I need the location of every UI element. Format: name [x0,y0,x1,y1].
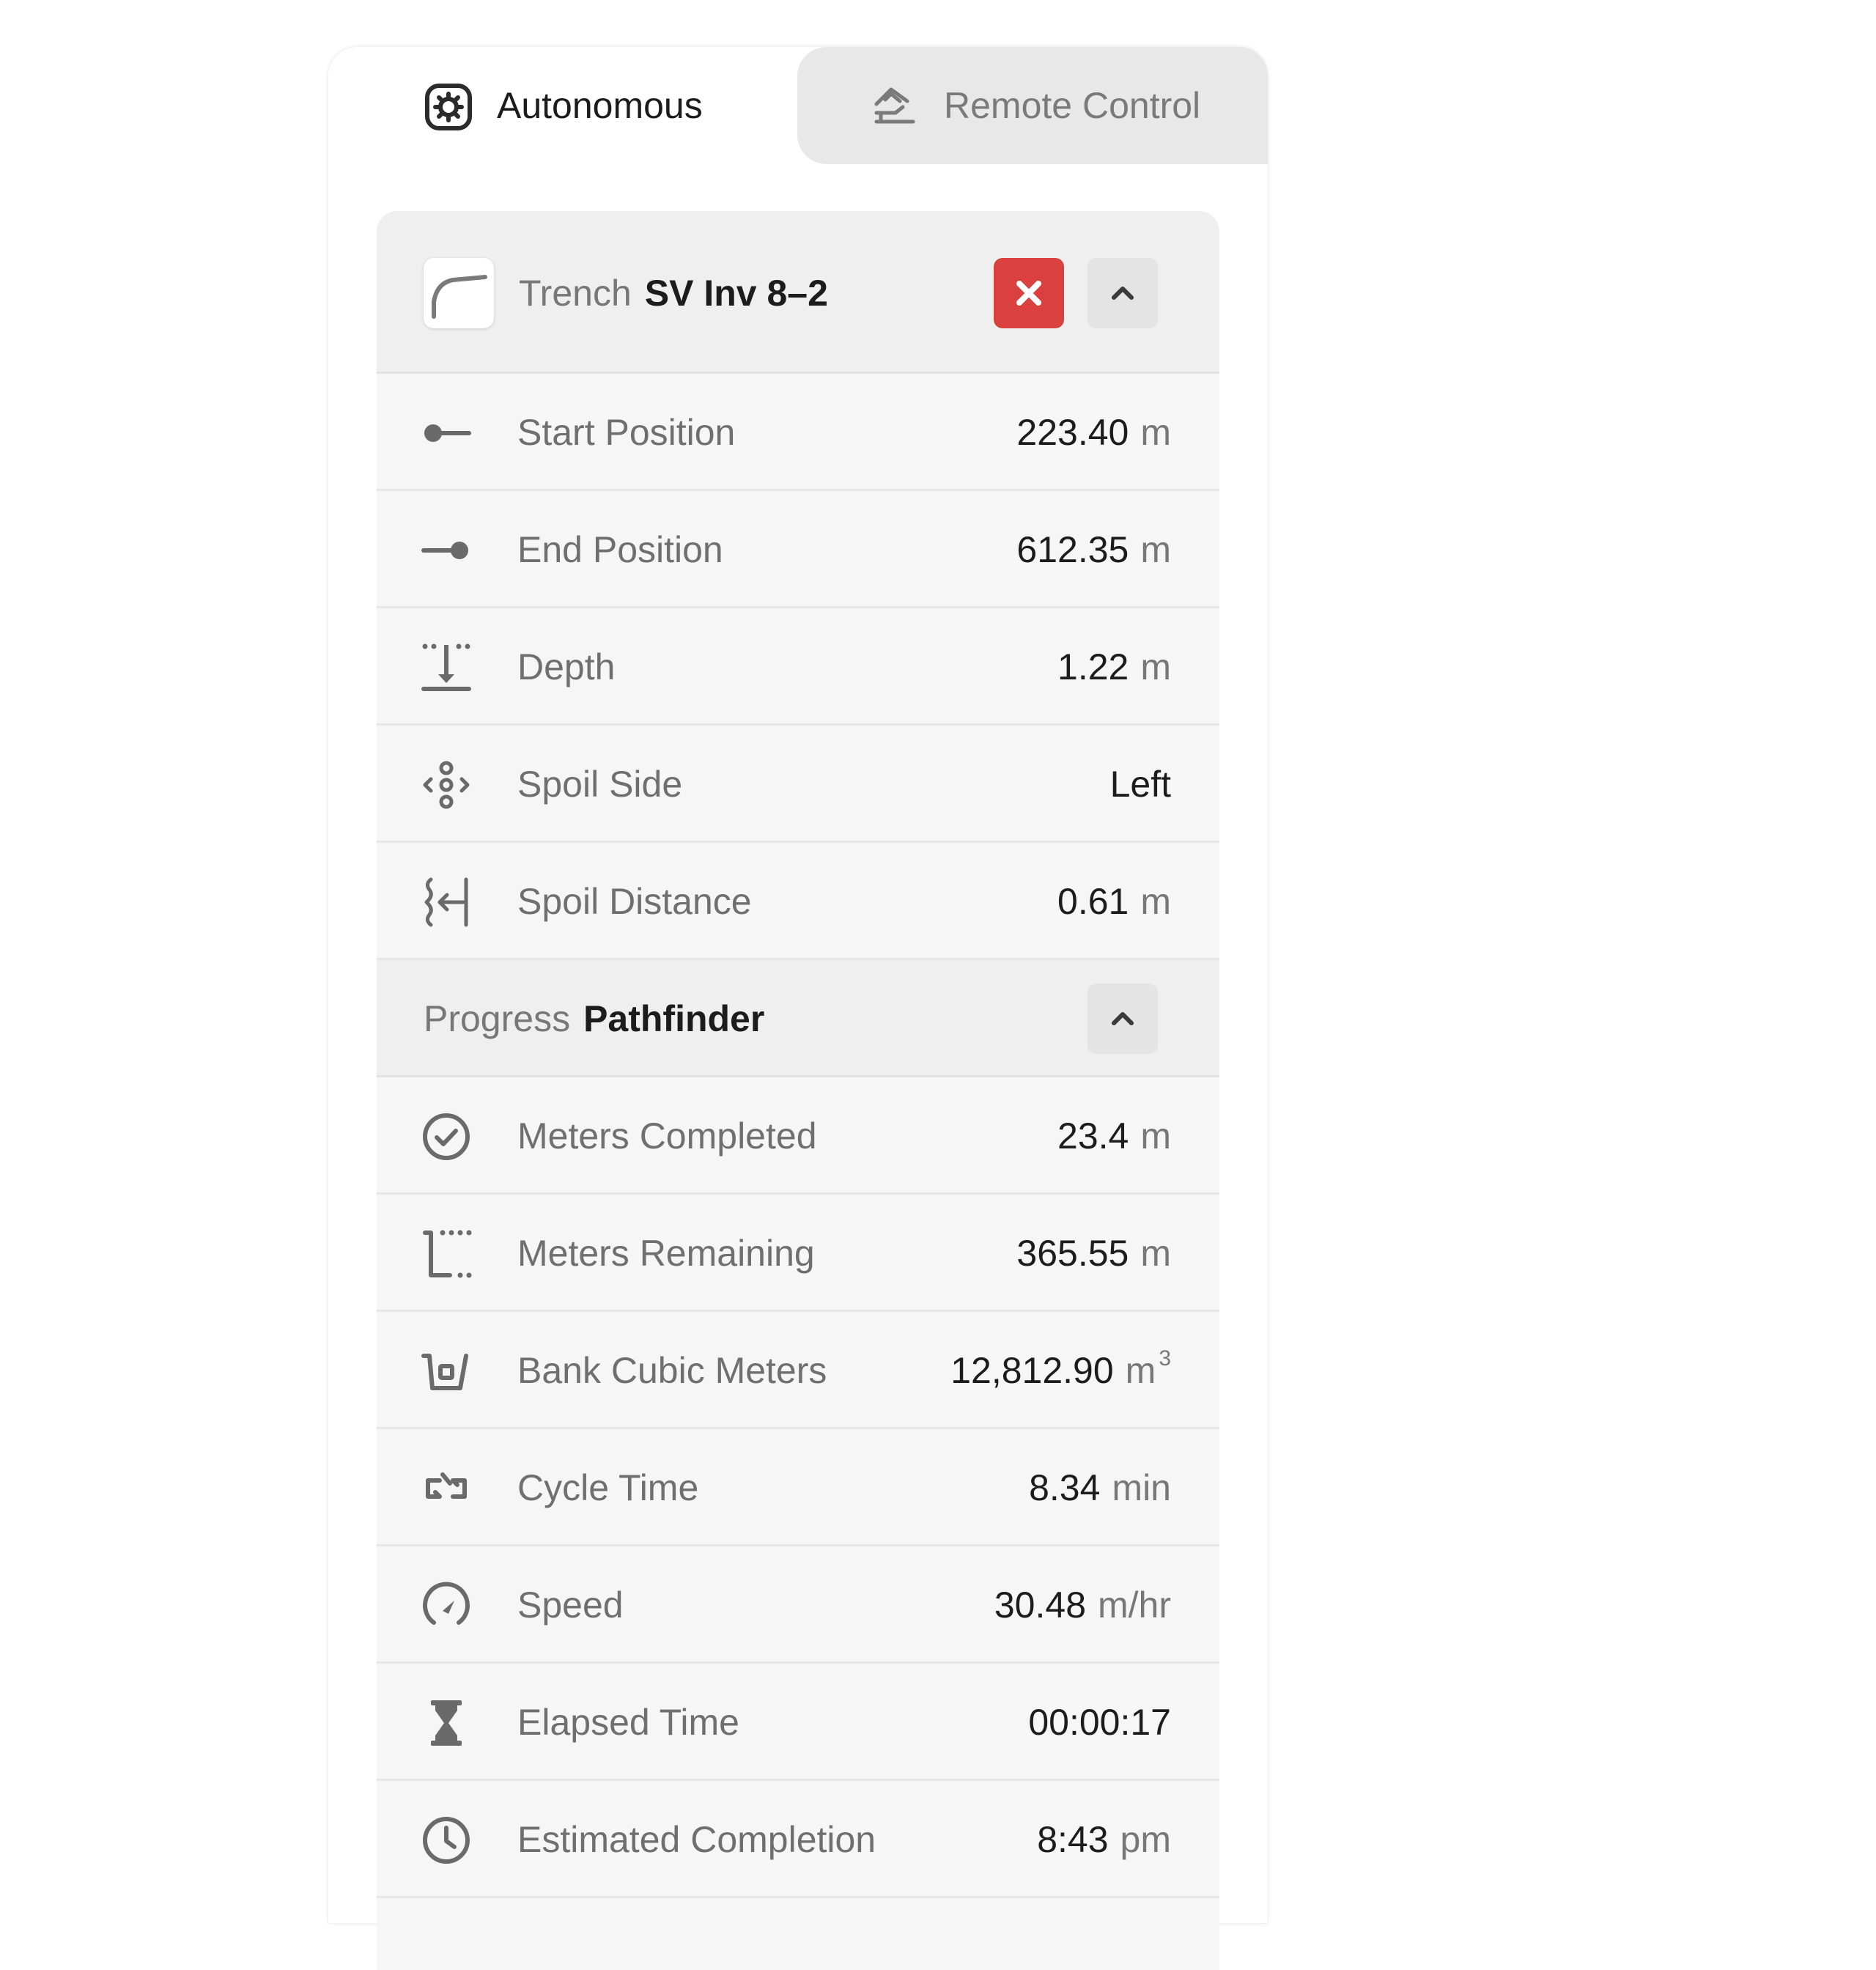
param-row-start-position: Start Position 223.40 m [377,374,1219,491]
stat-row-meters-completed: Meters Completed 23.4 m [377,1077,1219,1195]
param-row-depth: Depth 1.22 m [377,608,1219,726]
param-value: 223.40 m [1016,412,1171,453]
stat-row-cycle-time: Cycle Time 8.34 min [377,1429,1219,1546]
param-value: 1.22 m [1057,646,1171,687]
tab-autonomous-label: Autonomous [497,85,703,126]
stat-value: 365.55 m [1016,1233,1171,1274]
param-value: Left [1109,764,1171,805]
tab-remote-control[interactable]: Remote Control [797,47,1268,164]
stat-label: Meters Completed [517,1115,817,1156]
meters-remaining-icon [423,1230,472,1278]
param-value: 612.35 m [1016,529,1171,570]
stat-value: 30.48 m/hr [994,1585,1171,1626]
collapse-task-button[interactable] [1087,258,1158,328]
collapse-progress-button[interactable] [1087,984,1158,1054]
progress-header: Progress Pathfinder [377,960,1219,1077]
param-row-spoil-side: Spoil Side Left [377,726,1219,843]
mode-tabs: Autonomous Remote Control [328,47,1268,164]
progress-label: Progress [424,998,571,1039]
stat-value: 8.34 min [1029,1467,1171,1508]
param-label: Start Position [517,412,736,453]
clock-icon [423,1817,470,1864]
stat-label: Cycle Time [517,1467,699,1508]
task-type-label: Trench [519,273,632,314]
stat-label: Meters Remaining [517,1233,815,1274]
stat-label: Elapsed Time [517,1702,739,1743]
stat-value: 12,812.90 m 3 [950,1346,1171,1391]
hourglass-icon [431,1700,462,1746]
cycle-icon [426,1472,467,1499]
stat-value: 00:00:17 [1028,1702,1171,1743]
stat-value: 23.4 m [1057,1115,1171,1156]
param-label: End Position [517,529,723,570]
stat-row-speed: Speed 30.48 m/hr [377,1546,1219,1664]
progress-title: Progress Pathfinder [424,997,764,1040]
stat-label: Estimated Completion [517,1819,876,1860]
tab-remote-control-label: Remote Control [944,85,1201,126]
cancel-task-button[interactable] [994,258,1064,328]
trench-path-icon [424,258,494,328]
progress-name: Pathfinder [583,998,765,1039]
stat-row-elapsed-time: Elapsed Time 00:00:17 [377,1664,1219,1781]
stat-row-estimated-completion: Estimated Completion 8:43 pm [377,1781,1219,1898]
tab-autonomous[interactable]: Autonomous [328,47,797,164]
stat-label: Speed [517,1585,624,1626]
start-position-icon [424,424,471,442]
chevron-up-icon [1112,287,1134,300]
param-label: Spoil Side [517,764,683,805]
task-title: Trench SV Inv 8–2 [519,272,828,314]
depth-icon [421,643,471,691]
param-label: Spoil Distance [517,881,752,922]
end-position-icon [421,542,468,559]
chevron-up-icon [1112,1012,1134,1025]
stat-label: Bank Cubic Meters [517,1350,827,1391]
param-label: Depth [517,646,616,687]
remote-control-icon [874,87,915,124]
trench-panel: Autonomous Remote Control Trench SV Inv … [328,47,1268,1970]
task-card: Trench SV Inv 8–2 Start Position 223.40 … [377,211,1219,1970]
bucket-icon [421,1354,468,1390]
spoil-distance-icon [424,877,468,927]
stat-row-meters-remaining: Meters Remaining 365.55 m [377,1195,1219,1312]
task-header: Trench SV Inv 8–2 [377,211,1219,374]
param-row-spoil-distance: Spoil Distance 0.61 m [377,843,1219,960]
speedometer-icon [423,1582,470,1625]
param-value: 0.61 m [1057,881,1171,922]
spoil-side-icon [423,761,470,809]
stat-row-bank-cubic-meters: Bank Cubic Meters 12,812.90 m 3 [377,1312,1219,1429]
close-icon [1016,281,1041,306]
check-circle-icon [423,1113,470,1160]
stat-value: 8:43 pm [1037,1819,1171,1860]
param-row-end-position: End Position 612.35 m [377,491,1219,608]
autonomous-gear-icon [425,84,472,130]
task-name: SV Inv 8–2 [644,273,828,314]
